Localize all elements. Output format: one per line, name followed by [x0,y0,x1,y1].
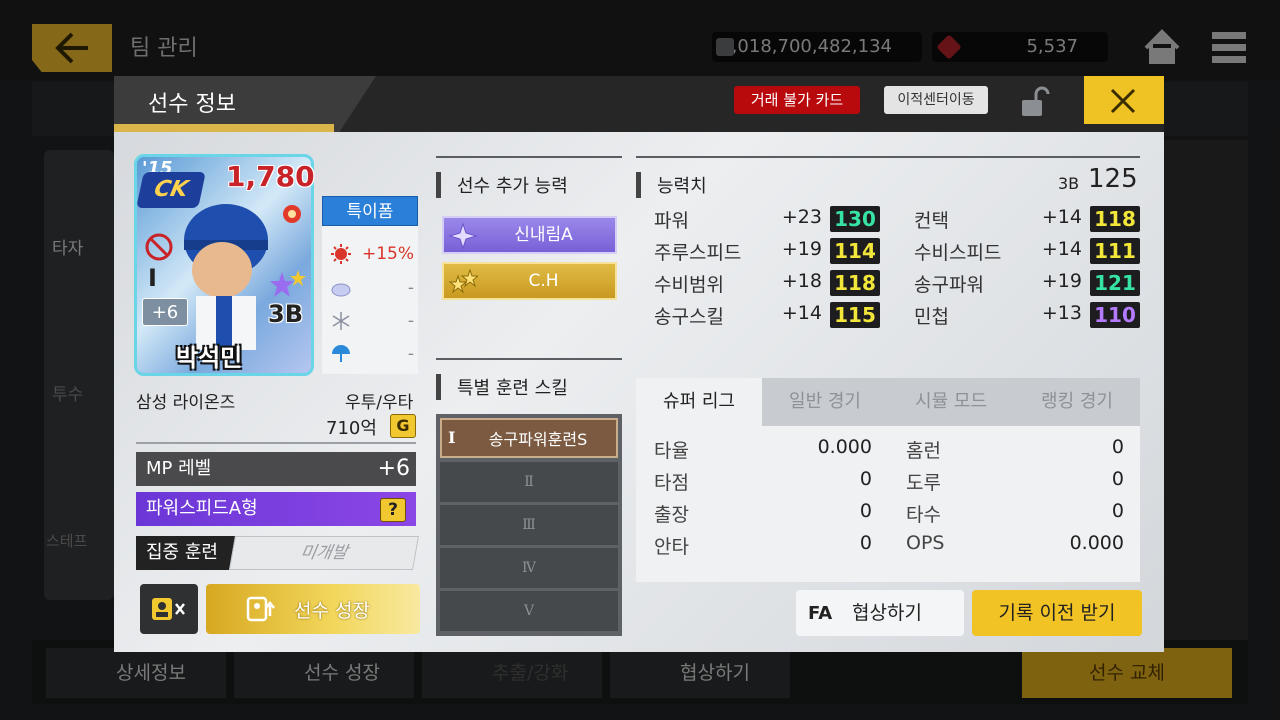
stat-name: 송구파워 [914,274,984,296]
training-slot-1-icon: I [448,428,456,447]
ability-sparkle-icon [448,222,478,250]
training-slot[interactable]: Ⅲ [440,505,618,545]
red-burst-icon [283,205,301,223]
card-overall-rating: 1,780 [226,160,315,193]
tab-normal-game[interactable]: 일반 경기 [762,378,888,426]
special-training-title: 특별 훈련 스킬 [436,374,568,400]
gold-icon: G [390,414,416,438]
stat-bonus: +19 [1041,270,1082,292]
stat-name: 민첩 [914,306,949,328]
stat-name: 컨택 [914,210,949,232]
record-name: 타율 [654,440,689,462]
stat-name: 수비범위 [654,274,724,296]
record-name: 홈런 [906,440,941,462]
record-value: 0.000 [817,436,872,458]
stat-value: 110 [1090,302,1140,328]
stars-icon [270,270,306,297]
stat-bonus: +14 [1041,238,1082,260]
record-value: 0 [1111,468,1124,490]
focus-training-value: 미개발 [229,536,419,570]
throw-bat-hand: 우투/우타 [345,393,414,413]
type-help-button[interactable]: ? [380,498,406,522]
stat-bonus: +13 [1041,302,1082,324]
umbrella-icon [332,345,350,362]
record-value: 0 [859,532,872,554]
special-form-badge: 특이폼 [322,196,418,226]
stat-bonus: +14 [1041,206,1082,228]
stat-bonus: +23 [781,206,822,228]
transfer-center-button[interactable]: 이적센터이동 [884,86,988,114]
training-slot[interactable]: Ⅱ [440,462,618,502]
stat-name: 송구스킬 [654,306,724,328]
card-grade-roman: I [148,264,157,292]
record-value: 0.000 [1069,532,1124,554]
record-name: 안타 [654,536,689,558]
stat-value: 118 [1090,206,1140,232]
training-slot[interactable]: 송구파워훈련S [440,418,618,458]
stat-bonus: +14 [781,302,822,324]
tab-super-league[interactable]: 슈퍼 리그 [636,378,762,426]
cloud-condition-value: - [407,278,414,298]
stat-name: 주루스피드 [654,242,742,264]
record-transfer-button[interactable]: 기록 이전 받기 [972,590,1142,636]
stat-name: 수비스피드 [914,242,1002,264]
player-type-label: 파워스피드A형 [136,492,416,526]
card-player-name: 박석민 [176,344,243,372]
stats-title: 능력치 [636,172,707,198]
divider [136,442,416,444]
snow-icon [332,312,350,330]
stat-bonus: +18 [781,270,822,292]
fa-icon: FA [808,603,833,624]
record-value: 0 [859,468,872,490]
divider [436,156,622,158]
stat-value: 115 [830,302,880,328]
focus-training-label: 집중 훈련 [136,536,236,570]
stat-bonus: +19 [781,238,822,260]
card-enhance-level: +6 [142,298,188,326]
record-name: OPS [906,532,945,554]
card-logo: CK [136,172,206,208]
player-growth-icon [246,596,275,622]
stats-position: 3B [1058,174,1080,193]
rain-condition-value: - [407,344,414,364]
title-accent-bar [114,124,334,132]
record-name: 타점 [654,472,689,494]
salary-value: 710억 [326,418,377,439]
training-slot[interactable]: Ⅴ [440,591,618,631]
ability-stars-icon [448,268,478,294]
cloud-icon [331,283,351,297]
record-name: 도루 [906,472,941,494]
divider [636,156,1140,158]
tab-sim-mode[interactable]: 시뮬 모드 [888,378,1014,426]
tab-ranking-game[interactable]: 랭킹 경기 [1014,378,1140,426]
release-player-icon [152,598,185,620]
record-value: 0 [859,500,872,522]
team-name: 삼성 라이온즈 [136,393,236,413]
record-name: 타수 [906,504,941,526]
training-slot[interactable]: Ⅳ [440,548,618,588]
extra-abilities-title: 선수 추가 능력 [436,172,568,198]
sun-condition-value: +15% [361,244,414,264]
e-grade-icon [145,233,173,261]
snow-condition-value: - [407,311,414,331]
record-name: 출장 [654,504,689,526]
modal-title: 선수 정보 [148,92,236,117]
record-value: 0 [1111,436,1124,458]
sun-icon [331,244,351,264]
stat-value: 130 [830,206,880,232]
player-growth-label: 선수 성장 [294,600,370,622]
close-icon [1110,88,1136,114]
card-position: 3B [268,300,303,328]
stats-total: 125 [1088,164,1138,194]
unlock-icon[interactable] [1018,86,1054,118]
record-value: 0 [1111,500,1124,522]
stat-value: 114 [830,238,880,264]
mp-level-value: +6 [377,456,410,481]
stat-value: 118 [830,270,880,296]
stat-value: 121 [1090,270,1140,296]
stat-name: 파워 [654,210,689,232]
divider [436,358,622,360]
untradeable-badge: 거래 불가 카드 [734,86,860,114]
stat-value: 111 [1090,238,1140,264]
